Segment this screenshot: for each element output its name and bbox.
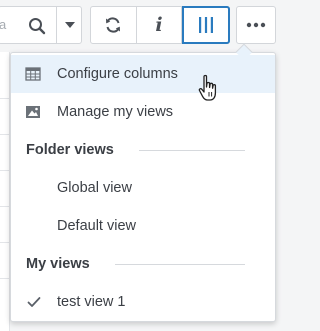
row-divider — [0, 170, 10, 171]
hand-pointer-icon — [198, 74, 217, 101]
caret-down-icon — [65, 22, 75, 28]
section-divider — [115, 263, 245, 265]
toolbar-button-group: i — [90, 6, 231, 44]
menu-item-label: Default view — [57, 218, 136, 234]
menu-item-manage-my-views[interactable]: Manage my views — [11, 93, 275, 131]
menu-item-configure-columns[interactable]: Configure columns — [11, 55, 275, 93]
search-placeholder: a — [0, 17, 7, 32]
row-divider — [0, 242, 10, 243]
table-grid-icon — [25, 67, 41, 81]
menu-item-global-view[interactable]: Global view — [11, 169, 275, 207]
search-icon[interactable] — [28, 17, 46, 35]
menu-item-test-view-1[interactable]: test view 1 — [11, 283, 275, 321]
row-divider — [0, 278, 10, 279]
section-header-folder-views: Folder views — [11, 131, 275, 169]
info-icon: i — [155, 14, 163, 36]
section-header-my-views: My views — [11, 245, 275, 283]
menu-item-default-view[interactable]: Default view — [11, 207, 275, 245]
refresh-icon — [106, 17, 121, 33]
view-options-menu: Configure columns Manage my views Folder… — [10, 52, 276, 322]
menu-item-label: test view 1 — [57, 294, 126, 310]
section-divider — [139, 149, 245, 151]
menu-item-label: Global view — [57, 180, 132, 196]
image-view-icon — [26, 106, 40, 118]
menu-item-label: Configure columns — [57, 66, 178, 82]
more-options-button[interactable] — [236, 6, 276, 44]
row-divider — [0, 98, 10, 99]
search-divider — [56, 7, 57, 43]
row-divider — [0, 134, 10, 135]
search-box[interactable]: a — [0, 6, 82, 44]
menu-item-label: Manage my views — [57, 104, 174, 120]
refresh-button[interactable] — [91, 7, 137, 43]
checkmark-icon — [27, 297, 41, 307]
columns-icon — [199, 17, 214, 33]
info-button[interactable]: i — [137, 7, 183, 43]
background-list — [0, 52, 10, 331]
row-divider — [0, 206, 10, 207]
section-title: Folder views — [26, 142, 114, 158]
columns-button[interactable] — [182, 6, 231, 44]
section-title: My views — [26, 256, 90, 272]
search-dropdown-button[interactable] — [59, 15, 81, 35]
more-icon — [246, 22, 266, 28]
